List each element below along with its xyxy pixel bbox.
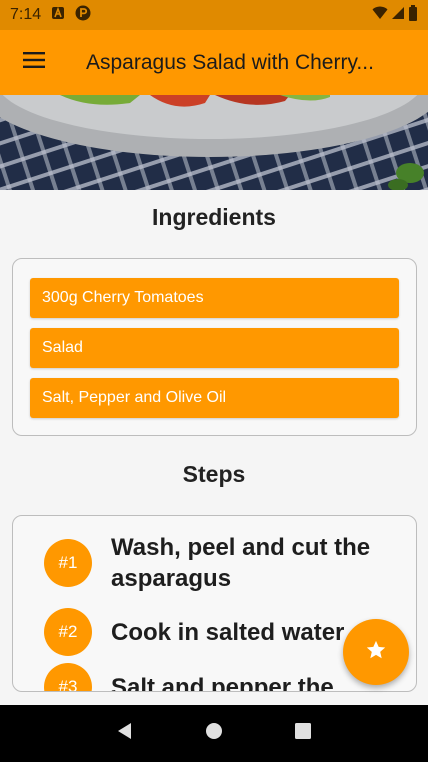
- notification-p-icon: [75, 5, 91, 26]
- step-number-badge: #2: [44, 608, 92, 656]
- ingredient-item[interactable]: Salt, Pepper and Olive Oil: [30, 378, 399, 418]
- recents-button[interactable]: [283, 714, 323, 754]
- step-number-badge: #1: [44, 539, 92, 587]
- ingredient-item[interactable]: 300g Cherry Tomatoes: [30, 278, 399, 318]
- favorite-button[interactable]: [343, 619, 409, 685]
- home-button[interactable]: [194, 714, 234, 754]
- wifi-icon: [372, 6, 388, 25]
- step-text: Wash, peel and cut the asparagus: [111, 534, 371, 592]
- status-bar: 7:14: [0, 0, 428, 30]
- recipe-hero-image: [0, 95, 428, 190]
- page-title: Asparagus Salad with Cherry...: [86, 50, 374, 74]
- ingredient-item[interactable]: Salad: [30, 328, 399, 368]
- steps-heading: Steps: [182, 461, 246, 487]
- battery-icon: [408, 4, 418, 26]
- menu-icon: [23, 52, 45, 73]
- step-number-badge: #3: [44, 663, 92, 691]
- ingredients-heading: Ingredients: [152, 204, 276, 230]
- back-icon: [116, 722, 134, 745]
- step-text: Cook in salted water: [111, 618, 345, 646]
- step-item: #1 Wash, peel and cut the asparagus: [44, 532, 404, 594]
- step-text: Salt and pepper the: [111, 673, 334, 692]
- star-icon: [365, 639, 387, 666]
- signal-icon: [391, 6, 405, 25]
- back-button[interactable]: [105, 714, 145, 754]
- recents-icon: [295, 723, 312, 744]
- notification-a-icon: [51, 6, 65, 25]
- status-time: 7:14: [10, 6, 42, 23]
- ingredients-card: 300g Cherry Tomatoes Salad Salt, Pepper …: [12, 258, 417, 436]
- system-nav-bar: [0, 705, 428, 762]
- app-bar: Asparagus Salad with Cherry...: [0, 30, 428, 95]
- menu-button[interactable]: [22, 51, 46, 75]
- home-icon: [205, 722, 223, 745]
